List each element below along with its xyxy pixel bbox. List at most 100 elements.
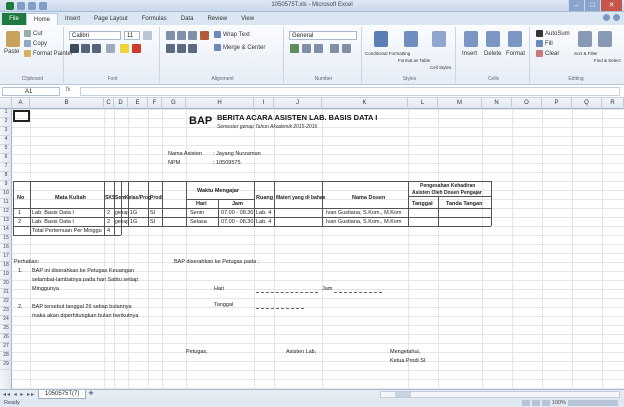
currency-icon[interactable] bbox=[290, 44, 299, 53]
col-p[interactable]: P bbox=[542, 98, 572, 109]
row-header[interactable]: 22 bbox=[0, 298, 12, 307]
tab-formulas[interactable]: Formulas bbox=[135, 13, 174, 25]
col-d[interactable]: D bbox=[114, 98, 128, 109]
horizontal-scrollbar[interactable] bbox=[380, 391, 620, 398]
col-b[interactable]: B bbox=[30, 98, 104, 109]
row-header[interactable]: 15 bbox=[0, 235, 12, 244]
font-name-select[interactable]: Calibri bbox=[69, 31, 121, 40]
name-box[interactable]: A1 bbox=[2, 87, 60, 96]
orientation-icon[interactable] bbox=[200, 31, 209, 40]
close-button[interactable]: ✕ bbox=[600, 0, 622, 11]
insert-cells-icon[interactable] bbox=[464, 31, 478, 47]
col-j[interactable]: J bbox=[274, 98, 322, 109]
view-pagebreak-icon[interactable] bbox=[541, 400, 550, 406]
col-i[interactable]: I bbox=[254, 98, 274, 109]
zoom-level[interactable]: 100% bbox=[552, 400, 566, 406]
row-header[interactable]: 23 bbox=[0, 307, 12, 316]
align-bottom-icon[interactable] bbox=[188, 31, 197, 40]
comma-icon[interactable] bbox=[314, 44, 323, 53]
fill-button[interactable]: Fill bbox=[536, 40, 553, 47]
align-left-icon[interactable] bbox=[166, 44, 175, 53]
find-select-button[interactable]: Find & Select bbox=[594, 58, 621, 63]
italic-icon[interactable] bbox=[81, 44, 90, 53]
zoom-slider[interactable] bbox=[568, 400, 618, 406]
delete-cells-icon[interactable] bbox=[486, 31, 500, 47]
row-header[interactable]: 10 bbox=[0, 190, 12, 199]
underline-icon[interactable] bbox=[92, 44, 101, 53]
cell-styles-button[interactable]: Cell Styles bbox=[430, 65, 451, 70]
spreadsheet-grid[interactable]: A B C D E F G H I J K L M N O P Q R 1 2 … bbox=[0, 98, 624, 389]
row-header[interactable]: 24 bbox=[0, 316, 12, 325]
row-header[interactable]: 4 bbox=[0, 136, 12, 145]
increase-decimal-icon[interactable] bbox=[330, 44, 339, 53]
row-header[interactable]: 8 bbox=[0, 172, 12, 181]
format-table-icon[interactable] bbox=[404, 31, 418, 47]
tab-data[interactable]: Data bbox=[174, 13, 201, 25]
view-normal-icon[interactable] bbox=[521, 400, 530, 406]
col-a[interactable]: A bbox=[12, 98, 30, 109]
row-header[interactable]: 3 bbox=[0, 127, 12, 136]
tab-view[interactable]: View bbox=[234, 13, 261, 25]
tab-file[interactable]: File bbox=[2, 12, 26, 25]
clear-button[interactable]: Clear bbox=[536, 50, 559, 57]
insert-button[interactable]: Insert bbox=[462, 51, 477, 57]
col-c[interactable]: C bbox=[104, 98, 114, 109]
row-header[interactable]: 5 bbox=[0, 145, 12, 154]
tab-page-layout[interactable]: Page Layout bbox=[87, 13, 135, 25]
col-f[interactable]: F bbox=[148, 98, 162, 109]
paste-button[interactable]: Paste bbox=[4, 49, 19, 55]
paste-icon[interactable] bbox=[6, 31, 20, 47]
tab-home[interactable]: Home bbox=[26, 12, 59, 25]
scrollbar-thumb[interactable] bbox=[395, 392, 411, 397]
binoculars-icon[interactable] bbox=[598, 31, 612, 47]
align-top-icon[interactable] bbox=[166, 31, 175, 40]
row-header[interactable]: 19 bbox=[0, 271, 12, 280]
select-all-corner[interactable] bbox=[0, 98, 12, 109]
row-header[interactable]: 20 bbox=[0, 280, 12, 289]
minimize-button[interactable]: – bbox=[568, 0, 584, 11]
format-table-button[interactable]: Format as Table bbox=[398, 58, 430, 63]
align-middle-icon[interactable] bbox=[177, 31, 186, 40]
row-header[interactable]: 27 bbox=[0, 343, 12, 352]
new-sheet-icon[interactable]: ✚ bbox=[85, 390, 97, 399]
row-header[interactable]: 14 bbox=[0, 226, 12, 235]
sort-filter-icon[interactable] bbox=[578, 31, 592, 47]
row-header[interactable]: 11 bbox=[0, 199, 12, 208]
col-e[interactable]: E bbox=[128, 98, 148, 109]
active-cell-a1[interactable] bbox=[13, 110, 30, 122]
row-header[interactable]: 12 bbox=[0, 208, 12, 217]
help-icon[interactable] bbox=[613, 14, 620, 21]
sheet-nav-buttons[interactable]: ◂◂ ◂ ▸ ▸▸ bbox=[3, 391, 35, 398]
number-format-select[interactable]: General bbox=[289, 31, 357, 40]
row-header[interactable]: 26 bbox=[0, 334, 12, 343]
col-m[interactable]: M bbox=[438, 98, 482, 109]
row-header[interactable]: 1 bbox=[0, 109, 12, 118]
formula-input[interactable] bbox=[80, 87, 620, 96]
autosum-button[interactable]: AutoSum bbox=[536, 30, 570, 37]
col-q[interactable]: Q bbox=[572, 98, 602, 109]
row-header[interactable]: 18 bbox=[0, 262, 12, 271]
row-header[interactable]: 6 bbox=[0, 154, 12, 163]
copy-button[interactable]: Copy bbox=[24, 40, 47, 47]
bold-icon[interactable] bbox=[70, 44, 79, 53]
wrap-text-button[interactable]: Wrap Text bbox=[214, 31, 250, 38]
row-header[interactable]: 13 bbox=[0, 217, 12, 226]
format-button[interactable]: Format bbox=[506, 51, 525, 57]
cut-button[interactable]: Cut bbox=[24, 30, 42, 37]
row-header[interactable]: 29 bbox=[0, 361, 12, 370]
col-r[interactable]: R bbox=[602, 98, 624, 109]
maximize-button[interactable]: □ bbox=[584, 0, 600, 11]
col-k[interactable]: K bbox=[322, 98, 408, 109]
delete-button[interactable]: Delete bbox=[484, 51, 501, 57]
cell-styles-icon[interactable] bbox=[432, 31, 446, 47]
sort-filter-button[interactable]: Sort & Filter bbox=[574, 51, 598, 56]
percent-icon[interactable] bbox=[302, 44, 311, 53]
col-o[interactable]: O bbox=[512, 98, 542, 109]
sheet-tab[interactable]: 1050575T(7) bbox=[38, 390, 87, 399]
fx-icon[interactable]: fx bbox=[66, 87, 71, 93]
font-color-icon[interactable] bbox=[132, 44, 141, 53]
borders-icon[interactable] bbox=[106, 44, 115, 53]
row-header[interactable]: 16 bbox=[0, 244, 12, 253]
tab-review[interactable]: Review bbox=[200, 13, 234, 25]
col-n[interactable]: N bbox=[482, 98, 512, 109]
